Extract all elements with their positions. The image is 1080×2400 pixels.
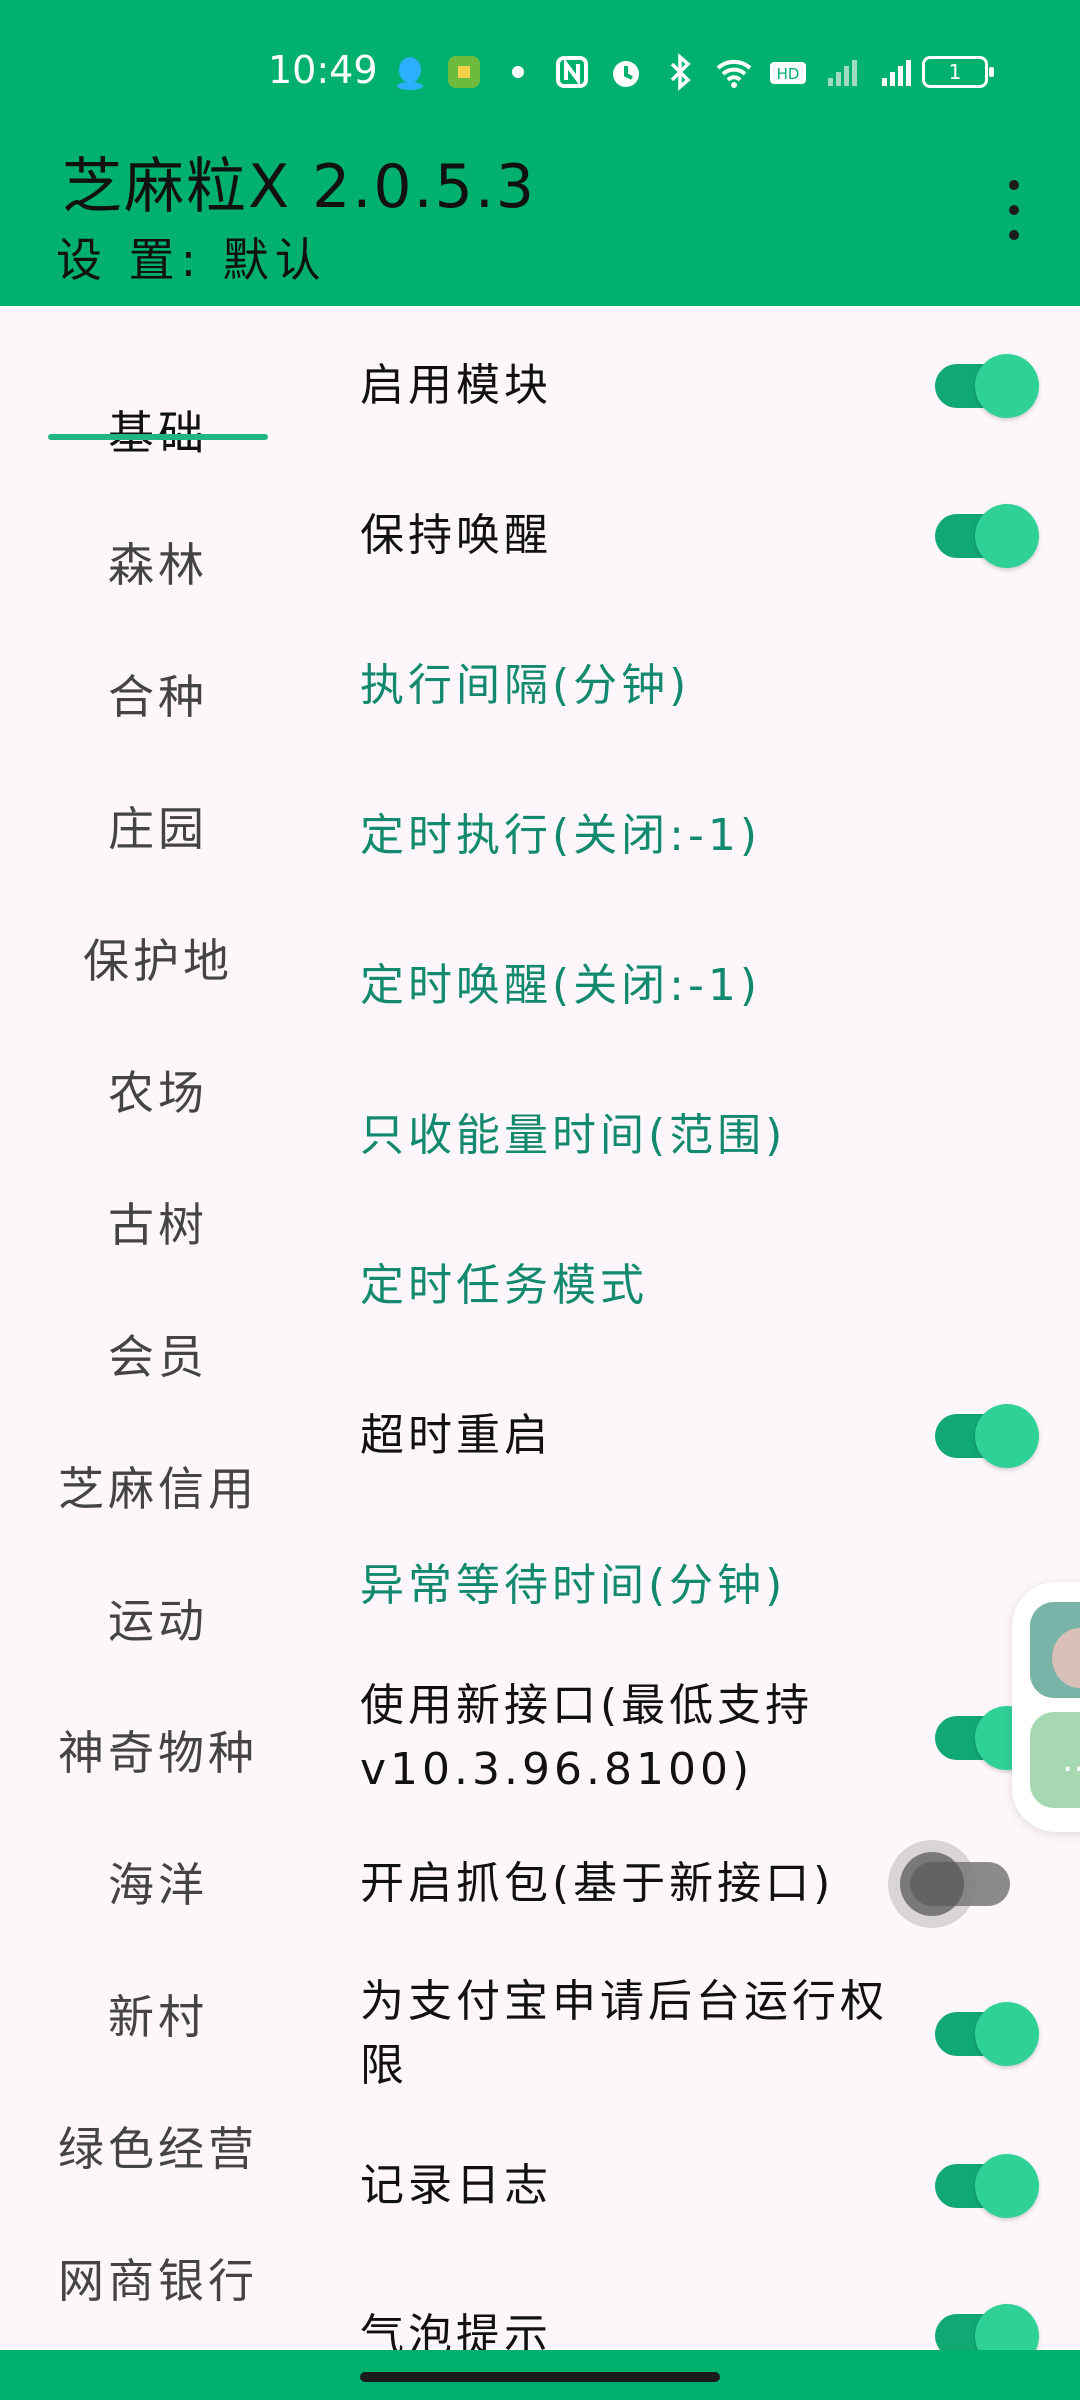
enable-module-switch[interactable]	[935, 354, 1039, 418]
alarm-icon	[606, 52, 646, 92]
setting-row[interactable]: 定时唤醒(关闭:-1)	[360, 950, 1060, 1022]
sidebar-item-green-business[interactable]: 绿色经营	[30, 2096, 286, 2196]
setting-row[interactable]: 执行间隔(分钟)	[360, 650, 1060, 722]
more-icon[interactable]: …	[1030, 1712, 1080, 1808]
floating-assistant-panel[interactable]: …	[1012, 1582, 1080, 1832]
setting-row[interactable]: 开启抓包(基于新接口)	[360, 1848, 1060, 1920]
sidebar-item-cooperate[interactable]: 合种	[30, 644, 286, 744]
setting-label: 开启抓包(基于新接口)	[360, 1858, 835, 1909]
4g-signal-icon	[876, 52, 916, 92]
nfc-icon	[552, 52, 592, 92]
status-icons: HD	[390, 48, 916, 96]
sidebar-item-member[interactable]: 会员	[30, 1304, 286, 1404]
gesture-nav-handle[interactable]	[360, 2372, 720, 2382]
setting-label: 执行间隔(分钟)	[360, 660, 691, 711]
assistant-avatar[interactable]	[1030, 1602, 1080, 1698]
setting-label: 保持唤醒	[360, 510, 552, 561]
battery-indicator: 1	[922, 56, 994, 88]
sidebar-item-sport[interactable]: 运动	[30, 1568, 286, 1668]
setting-row[interactable]: 只收能量时间(范围)	[360, 1100, 1060, 1172]
sidebar-item-village[interactable]: 新村	[30, 1964, 286, 2064]
overflow-menu-icon[interactable]	[990, 180, 1038, 240]
setting-label: 定时唤醒(关闭:-1)	[360, 960, 762, 1011]
setting-label: 为支付宝申请后台运行权限	[360, 1976, 888, 2091]
wifi-icon	[714, 52, 754, 92]
dot-icon	[498, 52, 538, 92]
setting-label: 定时任务模式	[360, 1260, 648, 1311]
active-tab-indicator	[48, 434, 268, 440]
app-title: 芝麻粒X 2.0.5.3	[62, 152, 537, 222]
setting-row[interactable]: 超时重启	[360, 1400, 1060, 1472]
sidebar-item-manor[interactable]: 庄园	[30, 776, 286, 876]
setting-label: 超时重启	[360, 1410, 552, 1461]
setting-row[interactable]: 使用新接口(最低支持v10.3.96.8100)	[360, 1670, 1060, 1806]
setting-label: 记录日志	[360, 2160, 552, 2211]
sidebar-item-forest[interactable]: 森林	[30, 512, 286, 612]
timeout-restart-switch[interactable]	[935, 1404, 1039, 1468]
setting-row[interactable]: 异常等待时间(分钟)	[360, 1550, 1060, 1622]
keep-awake-switch[interactable]	[935, 504, 1039, 568]
bluetooth-icon	[660, 52, 700, 92]
sidebar-item-sesame-credit[interactable]: 芝麻信用	[30, 1436, 286, 1536]
setting-label: 只收能量时间(范围)	[360, 1110, 787, 1161]
sidebar-item-ocean[interactable]: 海洋	[30, 1832, 286, 1932]
sidebar-item-basic[interactable]: 基础	[30, 380, 286, 480]
svg-text:HD: HD	[777, 65, 800, 83]
setting-row[interactable]: 记录日志	[360, 2150, 1060, 2222]
status-time: 10:49	[268, 48, 378, 92]
sidebar-item-farm[interactable]: 农场	[30, 1040, 286, 1140]
packet-capture-switch[interactable]	[900, 1852, 1010, 1916]
setting-row[interactable]: 定时任务模式	[360, 1250, 1060, 1322]
setting-row[interactable]: 启用模块	[360, 350, 1060, 422]
sidebar-item-reserve[interactable]: 保护地	[30, 908, 286, 1008]
status-bar: 10:49 HD 1	[0, 40, 1080, 104]
hd2-icon: HD	[768, 52, 808, 92]
signal-sim1-icon	[822, 52, 862, 92]
category-sidebar: 基础 森林 合种 庄园 保护地 农场 古树 会员 芝麻信用 运动 神奇物种 海洋…	[0, 306, 320, 2356]
setting-label: 启用模块	[360, 360, 552, 411]
record-log-switch[interactable]	[935, 2154, 1039, 2218]
setting-row[interactable]: 保持唤醒	[360, 500, 1060, 572]
qq-icon	[390, 52, 430, 92]
background-permission-switch[interactable]	[935, 2002, 1039, 2066]
sidebar-item-mybank[interactable]: 网商银行	[30, 2228, 286, 2328]
setting-label: 使用新接口(最低支持v10.3.96.8100)	[360, 1680, 814, 1795]
setting-row[interactable]: 定时执行(关闭:-1)	[360, 800, 1060, 872]
setting-label: 定时执行(关闭:-1)	[360, 810, 762, 861]
sidebar-item-ancient-tree[interactable]: 古树	[30, 1172, 286, 1272]
setting-label: 异常等待时间(分钟)	[360, 1560, 787, 1611]
app-header: 10:49 HD 1 芝麻粒X 2.0.5.3 设 置: 默认	[0, 0, 1080, 306]
app-subtitle: 设 置: 默认	[56, 233, 327, 287]
app-notify-icon	[444, 52, 484, 92]
setting-row[interactable]: 为支付宝申请后台运行权限	[360, 1966, 1060, 2102]
sidebar-item-species[interactable]: 神奇物种	[30, 1700, 286, 1800]
